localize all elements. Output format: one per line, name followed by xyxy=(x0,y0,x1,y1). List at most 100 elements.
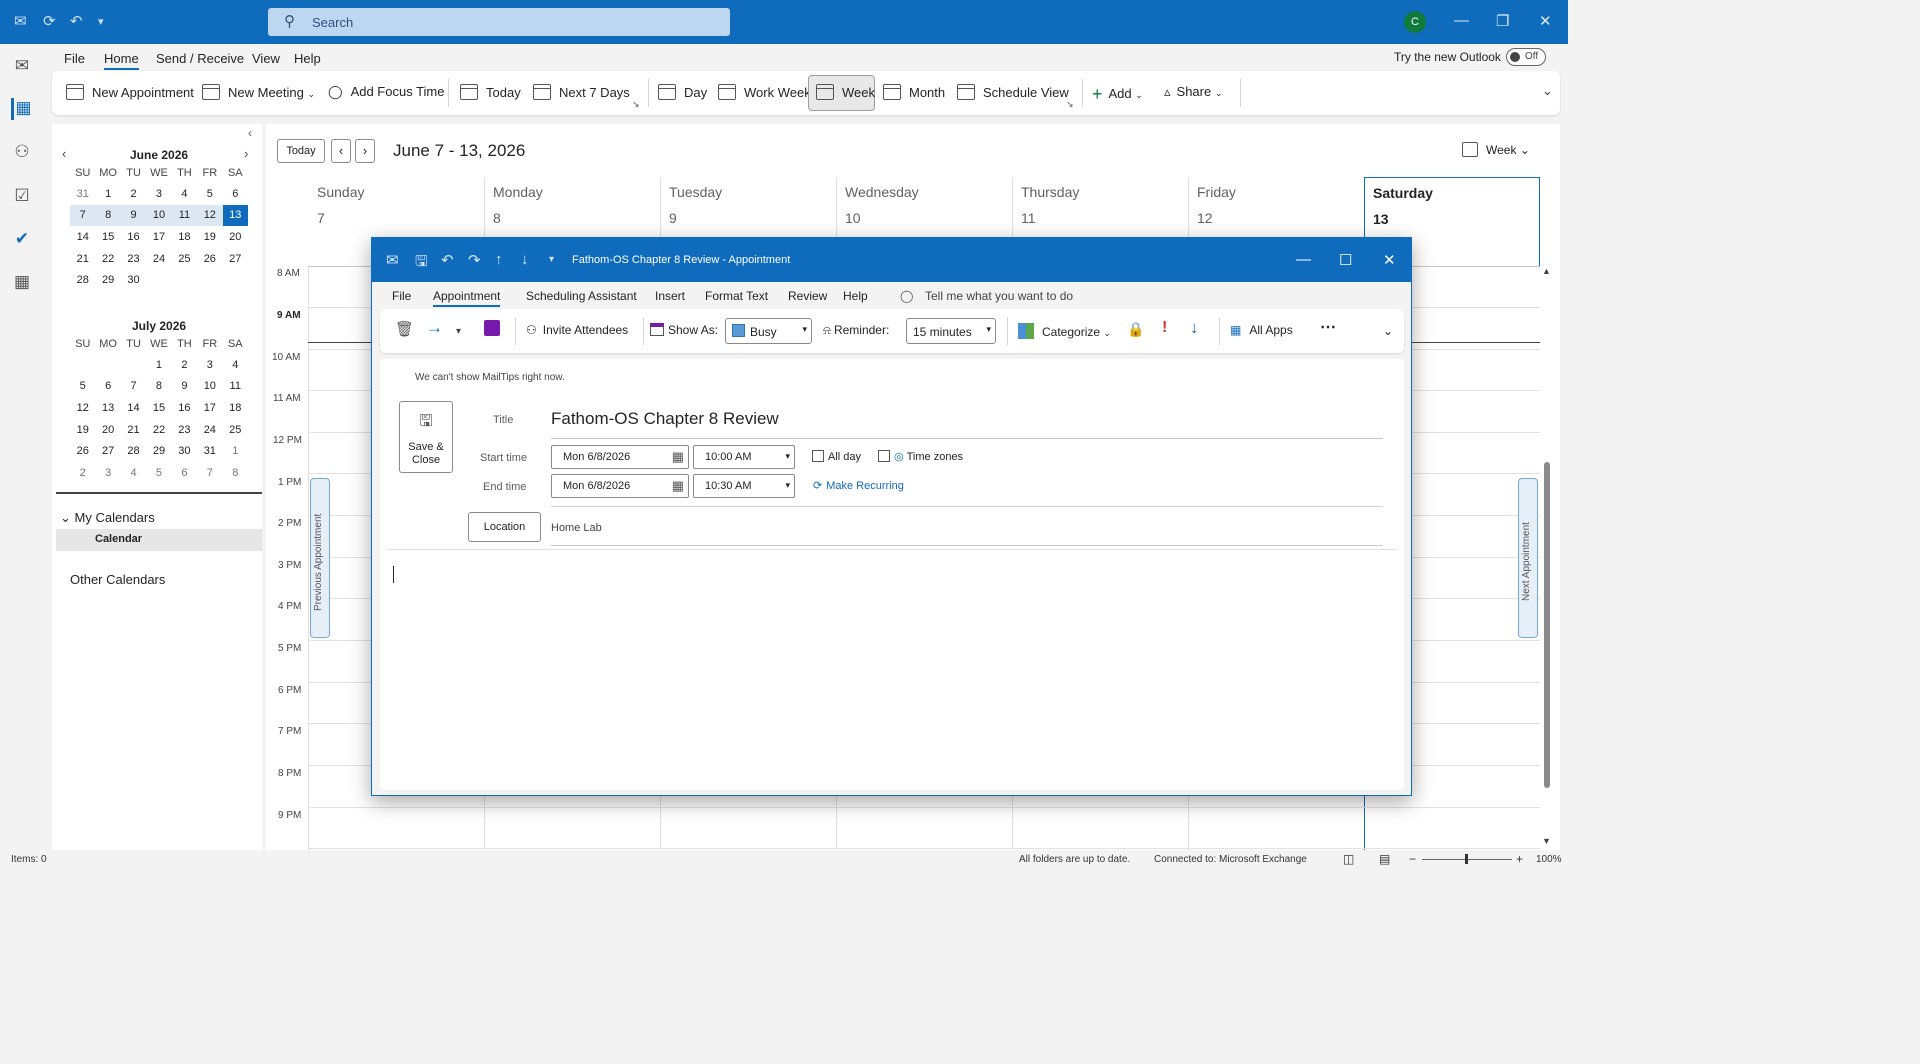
date-picker-icon[interactable]: ▦ xyxy=(672,478,684,494)
menu-help[interactable]: Help xyxy=(843,289,868,303)
title-input[interactable]: Fathom-OS Chapter 8 Review xyxy=(551,403,1383,439)
day-cell[interactable]: 7 xyxy=(197,462,222,484)
avatar[interactable]: C xyxy=(1404,11,1426,33)
day-cell[interactable]: 10 xyxy=(146,204,172,227)
notes-body[interactable] xyxy=(386,555,1398,785)
menu-file[interactable]: File xyxy=(392,289,411,303)
save-close-button[interactable]: 🖫 Save & Close xyxy=(399,401,453,473)
zoom-out-icon[interactable]: − xyxy=(1409,852,1416,866)
low-importance-icon[interactable]: ↓ xyxy=(1190,318,1199,338)
menu-insert[interactable]: Insert xyxy=(655,289,685,303)
next-week-button[interactable]: › xyxy=(355,139,375,163)
new-outlook-toggle[interactable]: Off xyxy=(1506,48,1546,66)
location-button[interactable]: Location xyxy=(468,512,541,542)
day-cell[interactable]: 20 xyxy=(95,419,120,441)
menu-help[interactable]: Help xyxy=(294,51,321,66)
undo-icon[interactable]: ↶ xyxy=(441,251,454,269)
menu-home[interactable]: Home xyxy=(104,51,139,70)
date-picker-icon[interactable]: ▦ xyxy=(672,449,684,465)
previous-item-icon[interactable]: ↑ xyxy=(495,251,503,268)
calendar-folder-item[interactable]: Calendar xyxy=(56,529,262,551)
arrange-launcher-icon[interactable]: ↘ xyxy=(632,99,640,110)
more-options-icon[interactable]: ⋯ xyxy=(1320,317,1336,337)
ribbon-expand-icon[interactable]: ⌄ xyxy=(1383,324,1393,338)
add-calendar-button[interactable]: + Add ⌄ xyxy=(1092,84,1143,105)
day-cell[interactable]: 12 xyxy=(197,204,223,227)
start-date-field[interactable]: Mon 6/8/2026 ▦ xyxy=(551,445,689,469)
day-cell[interactable]: 27 xyxy=(223,248,248,270)
day-cell[interactable]: 6 xyxy=(223,183,248,205)
day-cell[interactable]: 31 xyxy=(70,183,95,205)
delete-icon[interactable]: 🗑 xyxy=(395,320,414,338)
day-cell[interactable]: 3 xyxy=(146,183,171,205)
sync-icon[interactable]: ⟳ xyxy=(43,12,56,30)
day-cell[interactable]: 13 xyxy=(95,397,120,419)
make-recurring-button[interactable]: ⟳ Make Recurring xyxy=(813,479,904,492)
calendar-icon[interactable]: ▦ xyxy=(11,98,33,120)
day-cell[interactable]: 31 xyxy=(197,440,222,462)
people-icon[interactable]: ⚇ xyxy=(11,142,33,164)
day-cell[interactable]: 29 xyxy=(95,269,120,291)
view-mode-dropdown[interactable]: Week ⌄ xyxy=(1462,142,1530,157)
mail-icon[interactable]: ✉ xyxy=(11,56,33,78)
todo-icon[interactable]: ✔ xyxy=(11,229,33,251)
prev-week-button[interactable]: ‹ xyxy=(331,139,351,163)
day-cell[interactable]: 26 xyxy=(197,248,222,270)
next-item-icon[interactable]: ↓ xyxy=(521,251,529,268)
collapse-pane-icon[interactable]: ‹ xyxy=(248,126,252,140)
menu-view[interactable]: View xyxy=(252,51,280,66)
day-cell[interactable]: 17 xyxy=(197,397,222,419)
day-cell[interactable]: 3 xyxy=(197,354,222,376)
day-cell[interactable]: 4 xyxy=(172,183,197,205)
day-cell[interactable]: 30 xyxy=(172,440,197,462)
day-cell[interactable]: 5 xyxy=(197,183,222,205)
day-cell[interactable]: 22 xyxy=(146,419,171,441)
reading-view-icon[interactable]: ▤ xyxy=(1379,852,1390,866)
day-cell[interactable]: 16 xyxy=(121,226,146,248)
forward-icon[interactable]: → xyxy=(426,318,443,338)
menu-review[interactable]: Review xyxy=(788,289,827,303)
zoom-slider-thumb[interactable] xyxy=(1465,854,1468,864)
reminder-dropdown[interactable]: 15 minutes ▾ xyxy=(906,318,996,344)
nav-today-button[interactable]: Today xyxy=(277,139,325,163)
day-cell[interactable]: 18 xyxy=(223,397,248,419)
quick-access-dropdown-icon[interactable]: ▾ xyxy=(549,254,554,265)
close-icon[interactable]: ✕ xyxy=(1383,251,1396,269)
week-view-button[interactable]: Week xyxy=(816,84,875,100)
day-cell[interactable]: 5 xyxy=(70,376,95,398)
all-apps-button[interactable]: ▦ All Apps xyxy=(1230,323,1293,337)
prev-month-icon[interactable]: ‹ xyxy=(62,146,66,161)
day-cell[interactable]: 11 xyxy=(171,204,198,227)
minimize-icon[interactable]: — xyxy=(1454,12,1469,29)
undo-icon[interactable]: ↶ xyxy=(70,12,83,30)
new-appointment-button[interactable]: New Appointment xyxy=(66,84,194,100)
day-cell[interactable]: 11 xyxy=(223,376,248,398)
day-cell[interactable]: 24 xyxy=(146,248,171,270)
day-cell[interactable]: 25 xyxy=(223,419,248,441)
day-cell[interactable]: 23 xyxy=(121,248,146,270)
end-date-field[interactable]: Mon 6/8/2026 ▦ xyxy=(551,474,689,498)
day-cell[interactable]: 21 xyxy=(70,248,95,270)
close-icon[interactable]: ✕ xyxy=(1539,12,1552,30)
day-cell[interactable]: 25 xyxy=(172,248,197,270)
today-button[interactable]: Today xyxy=(460,84,521,100)
scroll-up-icon[interactable]: ▲ xyxy=(1542,266,1551,276)
high-importance-icon[interactable]: ! xyxy=(1162,319,1167,337)
categorize-button[interactable]: Categorize ⌄ xyxy=(1018,323,1111,339)
day-cell[interactable]: 5 xyxy=(146,462,171,484)
day-cell[interactable]: 2 xyxy=(172,354,197,376)
day-cell[interactable]: 28 xyxy=(70,269,95,291)
new-meeting-button[interactable]: New Meeting ⌄ xyxy=(202,84,315,100)
day-cell[interactable]: 28 xyxy=(121,440,146,462)
day-cell[interactable]: 22 xyxy=(95,248,120,270)
menu-appointment[interactable]: Appointment xyxy=(433,289,501,307)
day-cell[interactable]: 7 xyxy=(70,204,96,227)
day-cell[interactable]: 12 xyxy=(70,397,95,419)
day-cell[interactable]: 8 xyxy=(223,462,248,484)
day-cell[interactable]: 24 xyxy=(197,419,222,441)
redo-icon[interactable]: ↷ xyxy=(468,251,481,269)
location-input[interactable]: Home Lab xyxy=(551,517,1383,546)
day-cell[interactable]: 10 xyxy=(197,376,222,398)
day-cell[interactable]: 1 xyxy=(95,183,120,205)
day-cell[interactable]: 16 xyxy=(172,397,197,419)
